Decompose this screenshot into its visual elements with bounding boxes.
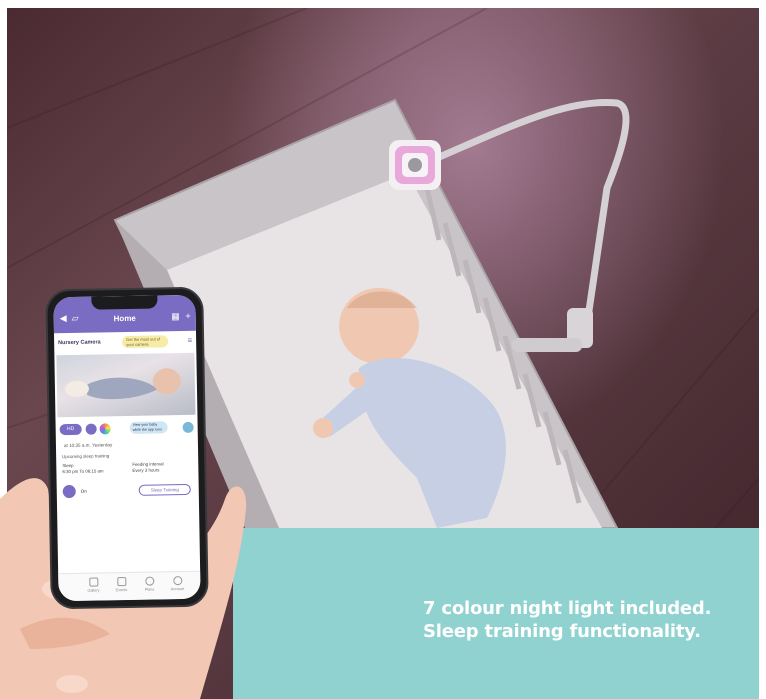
sleep-training-button[interactable]: Sleep Training bbox=[138, 483, 191, 496]
events-icon bbox=[116, 577, 126, 587]
sleep-training-section-label: Upcoming sleep training bbox=[62, 453, 110, 460]
sleep-event-time: 6:30 pm To 06:15 am bbox=[62, 468, 104, 475]
add-icon[interactable]: + bbox=[185, 311, 190, 321]
tab-plans[interactable]: Plans bbox=[136, 576, 162, 592]
settings-round-icon[interactable] bbox=[182, 421, 194, 434]
sleep-training-row: On Sleep Training bbox=[61, 483, 195, 499]
plans-icon bbox=[144, 576, 154, 586]
bottom-tab-bar: Gallery Events Plans Account bbox=[58, 570, 201, 602]
video-tip-badge[interactable]: View your baby while the app runs bbox=[129, 421, 168, 434]
camera-name[interactable]: Nursery Camera bbox=[58, 339, 101, 346]
live-video-feed[interactable] bbox=[56, 352, 196, 418]
phone-notch bbox=[91, 295, 158, 310]
caption-night-light: 7 colour night light included. bbox=[423, 598, 712, 619]
menu-icon[interactable]: ≡ bbox=[187, 336, 192, 345]
tab-account[interactable]: Account bbox=[164, 576, 190, 591]
caption-sleep-training: Sleep training functionality. bbox=[423, 621, 701, 642]
last-event-time: at 10:35 a.m. Yesterday bbox=[63, 442, 113, 449]
gallery-icon bbox=[88, 577, 98, 587]
sleep-event[interactable]: Sleep 6:30 pm To 06:15 am bbox=[62, 462, 103, 475]
tab-events[interactable]: Events bbox=[108, 577, 134, 592]
video-controls: HD View your baby while the app runs bbox=[59, 421, 194, 437]
night-light-icon[interactable] bbox=[99, 423, 111, 435]
audio-icon[interactable] bbox=[85, 423, 97, 435]
quality-toggle[interactable]: HD bbox=[59, 423, 82, 436]
camera-tip-badge[interactable]: Get the most out of your camera bbox=[122, 335, 169, 349]
feeding-event[interactable]: Feeding interval Every 3 hours bbox=[132, 461, 163, 474]
tab-gallery[interactable]: Gallery bbox=[80, 577, 106, 593]
camera-bar: Nursery Camera Get the most out of your … bbox=[58, 335, 192, 351]
account-icon bbox=[172, 576, 182, 586]
sleep-toggle-icon[interactable] bbox=[62, 484, 76, 499]
feature-caption: 7 colour night light included. Sleep tra… bbox=[423, 597, 753, 643]
sleep-toggle-label: On bbox=[80, 488, 87, 494]
phone-screen: ◀ ▱ Home ▦ + Nursery Camera Get the most… bbox=[53, 294, 201, 602]
grid-icon[interactable]: ▦ bbox=[171, 311, 180, 322]
sleeping-baby-thumbnail bbox=[64, 368, 181, 400]
smartphone: ◀ ▱ Home ▦ + Nursery Camera Get the most… bbox=[45, 286, 209, 610]
feeding-event-time: Every 3 hours bbox=[132, 467, 160, 473]
